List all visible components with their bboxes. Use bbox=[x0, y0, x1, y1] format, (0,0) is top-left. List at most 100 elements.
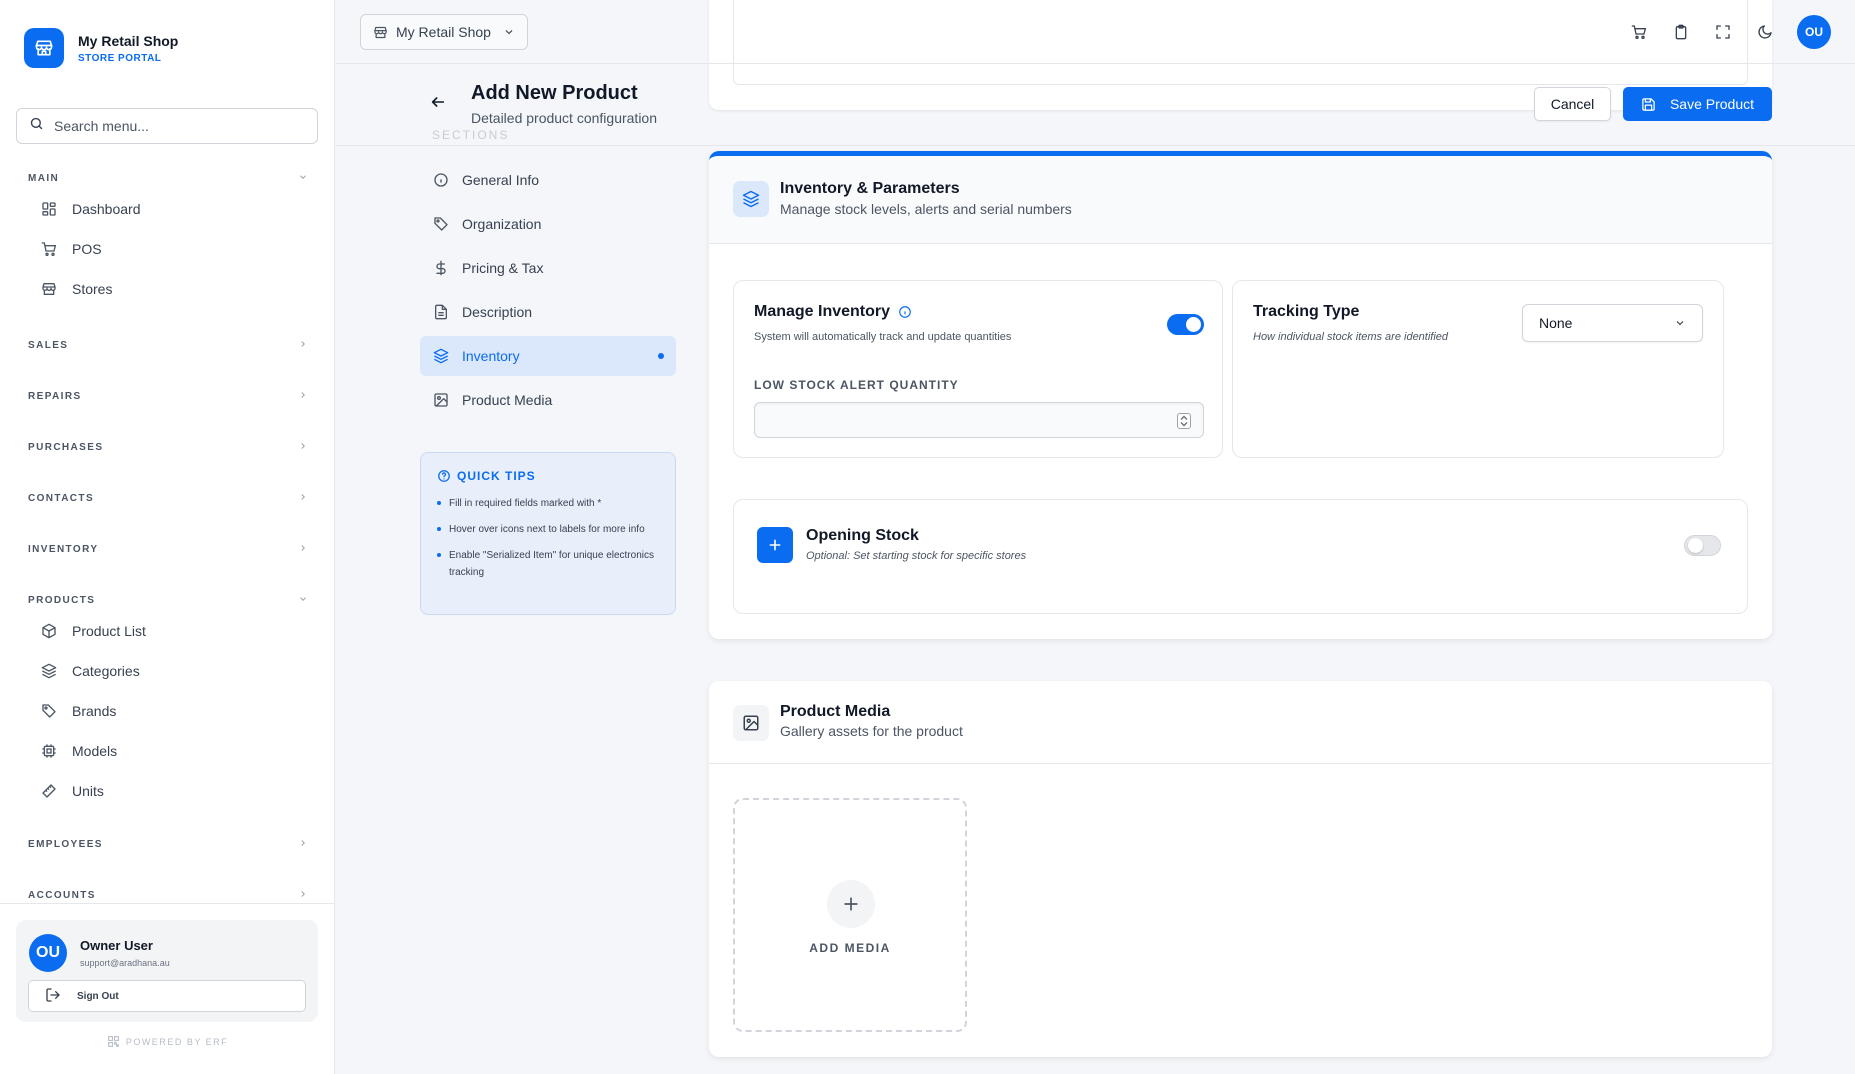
section-description[interactable]: Description bbox=[420, 292, 676, 332]
chevron-down-icon bbox=[298, 591, 308, 609]
tag-icon bbox=[432, 215, 450, 233]
section-label: General Info bbox=[462, 172, 540, 188]
nav-group-inventory[interactable]: INVENTORY bbox=[28, 539, 308, 559]
chevron-right-icon bbox=[298, 886, 308, 904]
user-card: OU Owner User support@aradhana.au Sign O… bbox=[16, 920, 318, 1022]
store-icon bbox=[373, 25, 388, 40]
sidebar-item-label: Models bbox=[72, 743, 118, 759]
section-inventory[interactable]: Inventory bbox=[420, 336, 676, 376]
sidebar-item-dashboard[interactable]: Dashboard bbox=[40, 194, 300, 224]
back-arrow-icon[interactable] bbox=[430, 94, 446, 115]
moon-icon[interactable] bbox=[1755, 22, 1775, 42]
top-actions: OU bbox=[1607, 14, 1831, 50]
sidebar-item-pos[interactable]: POS bbox=[40, 234, 300, 264]
manage-inventory-toggle[interactable] bbox=[1167, 314, 1204, 335]
cart-icon bbox=[40, 240, 58, 258]
tracking-type-value: None bbox=[1539, 315, 1573, 331]
tips-list: Fill in required fields marked with * Ho… bbox=[437, 495, 659, 581]
fullscreen-icon[interactable] bbox=[1713, 22, 1733, 42]
section-organization[interactable]: Organization bbox=[420, 204, 676, 244]
sidebar-item-stores[interactable]: Stores bbox=[40, 274, 300, 304]
search-box[interactable] bbox=[16, 108, 318, 144]
shop-selector-label: My Retail Shop bbox=[396, 24, 491, 40]
sign-out-button[interactable]: Sign Out bbox=[28, 980, 306, 1012]
sidebar-item-label: Brands bbox=[72, 703, 117, 719]
page-subtitle: Detailed product configuration bbox=[471, 110, 658, 126]
chevron-right-icon bbox=[298, 438, 308, 456]
cart-icon[interactable] bbox=[1629, 22, 1649, 42]
toggle-knob bbox=[1186, 317, 1201, 332]
dollar-icon bbox=[432, 259, 450, 277]
sidebar: My Retail Shop STORE PORTAL MAIN Dashboa… bbox=[0, 0, 335, 1074]
nav-group-accounts[interactable]: ACCOUNTS bbox=[28, 885, 308, 905]
nav-group-repairs[interactable]: REPAIRS bbox=[28, 386, 308, 406]
info-icon[interactable] bbox=[898, 305, 912, 319]
spinner-icon[interactable] bbox=[1177, 413, 1191, 429]
user-email: support@aradhana.au bbox=[80, 958, 170, 968]
product-media-header: Product Media Gallery assets for the pro… bbox=[709, 681, 1772, 764]
low-stock-input[interactable] bbox=[754, 402, 1204, 438]
layers-icon bbox=[733, 181, 769, 217]
opening-stock-subtitle: Optional: Set starting stock for specifi… bbox=[806, 550, 1027, 562]
opening-stock-toggle[interactable] bbox=[1684, 535, 1721, 556]
shop-selector[interactable]: My Retail Shop bbox=[360, 14, 528, 50]
section-label: Inventory bbox=[462, 348, 520, 364]
powered-by-text: POWERED BY ERF bbox=[125, 1036, 229, 1047]
sidebar-item-label: POS bbox=[72, 241, 102, 257]
sections-label: SECTIONS bbox=[432, 128, 510, 142]
tip-item: Fill in required fields marked with * bbox=[437, 495, 659, 512]
ruler-icon bbox=[40, 782, 58, 800]
section-label: Description bbox=[462, 304, 533, 320]
plus-icon[interactable] bbox=[757, 527, 793, 563]
nav-group-main[interactable]: MAIN bbox=[28, 168, 308, 188]
chevron-right-icon bbox=[298, 387, 308, 405]
section-product-media[interactable]: Product Media bbox=[420, 380, 676, 420]
cancel-button[interactable]: Cancel bbox=[1534, 87, 1611, 121]
header-divider bbox=[336, 145, 1855, 146]
save-button-label: Save Product bbox=[1669, 96, 1755, 112]
sidebar-item-categories[interactable]: Categories bbox=[40, 656, 300, 686]
tracking-type-title: Tracking Type bbox=[1253, 303, 1360, 320]
card-title: Inventory & Parameters bbox=[780, 180, 960, 197]
sidebar-item-product-list[interactable]: Product List bbox=[40, 616, 300, 646]
store-icon bbox=[24, 28, 64, 68]
manage-inventory-title: Manage Inventory bbox=[754, 303, 912, 321]
nav-group-products[interactable]: PRODUCTS bbox=[28, 590, 308, 610]
chevron-down-icon bbox=[298, 169, 308, 187]
sidebar-item-models[interactable]: Models bbox=[40, 736, 300, 766]
save-product-button[interactable]: Save Product bbox=[1623, 87, 1772, 121]
active-indicator bbox=[658, 353, 664, 359]
clipboard-icon[interactable] bbox=[1671, 22, 1691, 42]
avatar[interactable]: OU bbox=[1797, 15, 1831, 49]
add-media-label: ADD MEDIA bbox=[809, 941, 891, 955]
plus-icon bbox=[827, 880, 875, 928]
tip-item: Hover over icons next to labels for more… bbox=[437, 521, 659, 538]
section-pricing-tax[interactable]: Pricing & Tax bbox=[420, 248, 676, 288]
section-label: Organization bbox=[462, 216, 542, 232]
sidebar-item-label: Dashboard bbox=[72, 201, 141, 217]
sidebar-divider bbox=[0, 903, 335, 904]
nav-group-label: MAIN bbox=[28, 172, 60, 184]
store-icon bbox=[40, 280, 58, 298]
nav-group-sales[interactable]: SALES bbox=[28, 335, 308, 355]
nav-group-label: PRODUCTS bbox=[28, 594, 96, 606]
sidebar-item-units[interactable]: Units bbox=[40, 776, 300, 806]
add-media-button[interactable]: ADD MEDIA bbox=[733, 798, 967, 1032]
brand-title: My Retail Shop bbox=[78, 32, 179, 49]
sidebar-item-brands[interactable]: Brands bbox=[40, 696, 300, 726]
chevron-down-icon bbox=[1674, 317, 1686, 329]
tracking-type-subtitle: How individual stock items are identifie… bbox=[1253, 331, 1449, 343]
nav-group-purchases[interactable]: PURCHASES bbox=[28, 437, 308, 457]
manage-inventory-subtitle: System will automatically track and upda… bbox=[754, 331, 1012, 343]
avatar[interactable]: OU bbox=[29, 934, 67, 972]
quick-tips-title: QUICK TIPS bbox=[457, 469, 536, 483]
nav-group-contacts[interactable]: CONTACTS bbox=[28, 488, 308, 508]
section-general-info[interactable]: General Info bbox=[420, 160, 676, 200]
tracking-type-select[interactable]: None bbox=[1522, 304, 1703, 342]
top-bar: My Retail Shop OU bbox=[336, 0, 1855, 64]
search-input[interactable] bbox=[54, 118, 294, 134]
log-out-icon bbox=[45, 987, 61, 1006]
nav-group-employees[interactable]: EMPLOYEES bbox=[28, 834, 308, 854]
section-label: Product Media bbox=[462, 392, 553, 408]
brand[interactable]: My Retail Shop STORE PORTAL bbox=[24, 28, 178, 68]
